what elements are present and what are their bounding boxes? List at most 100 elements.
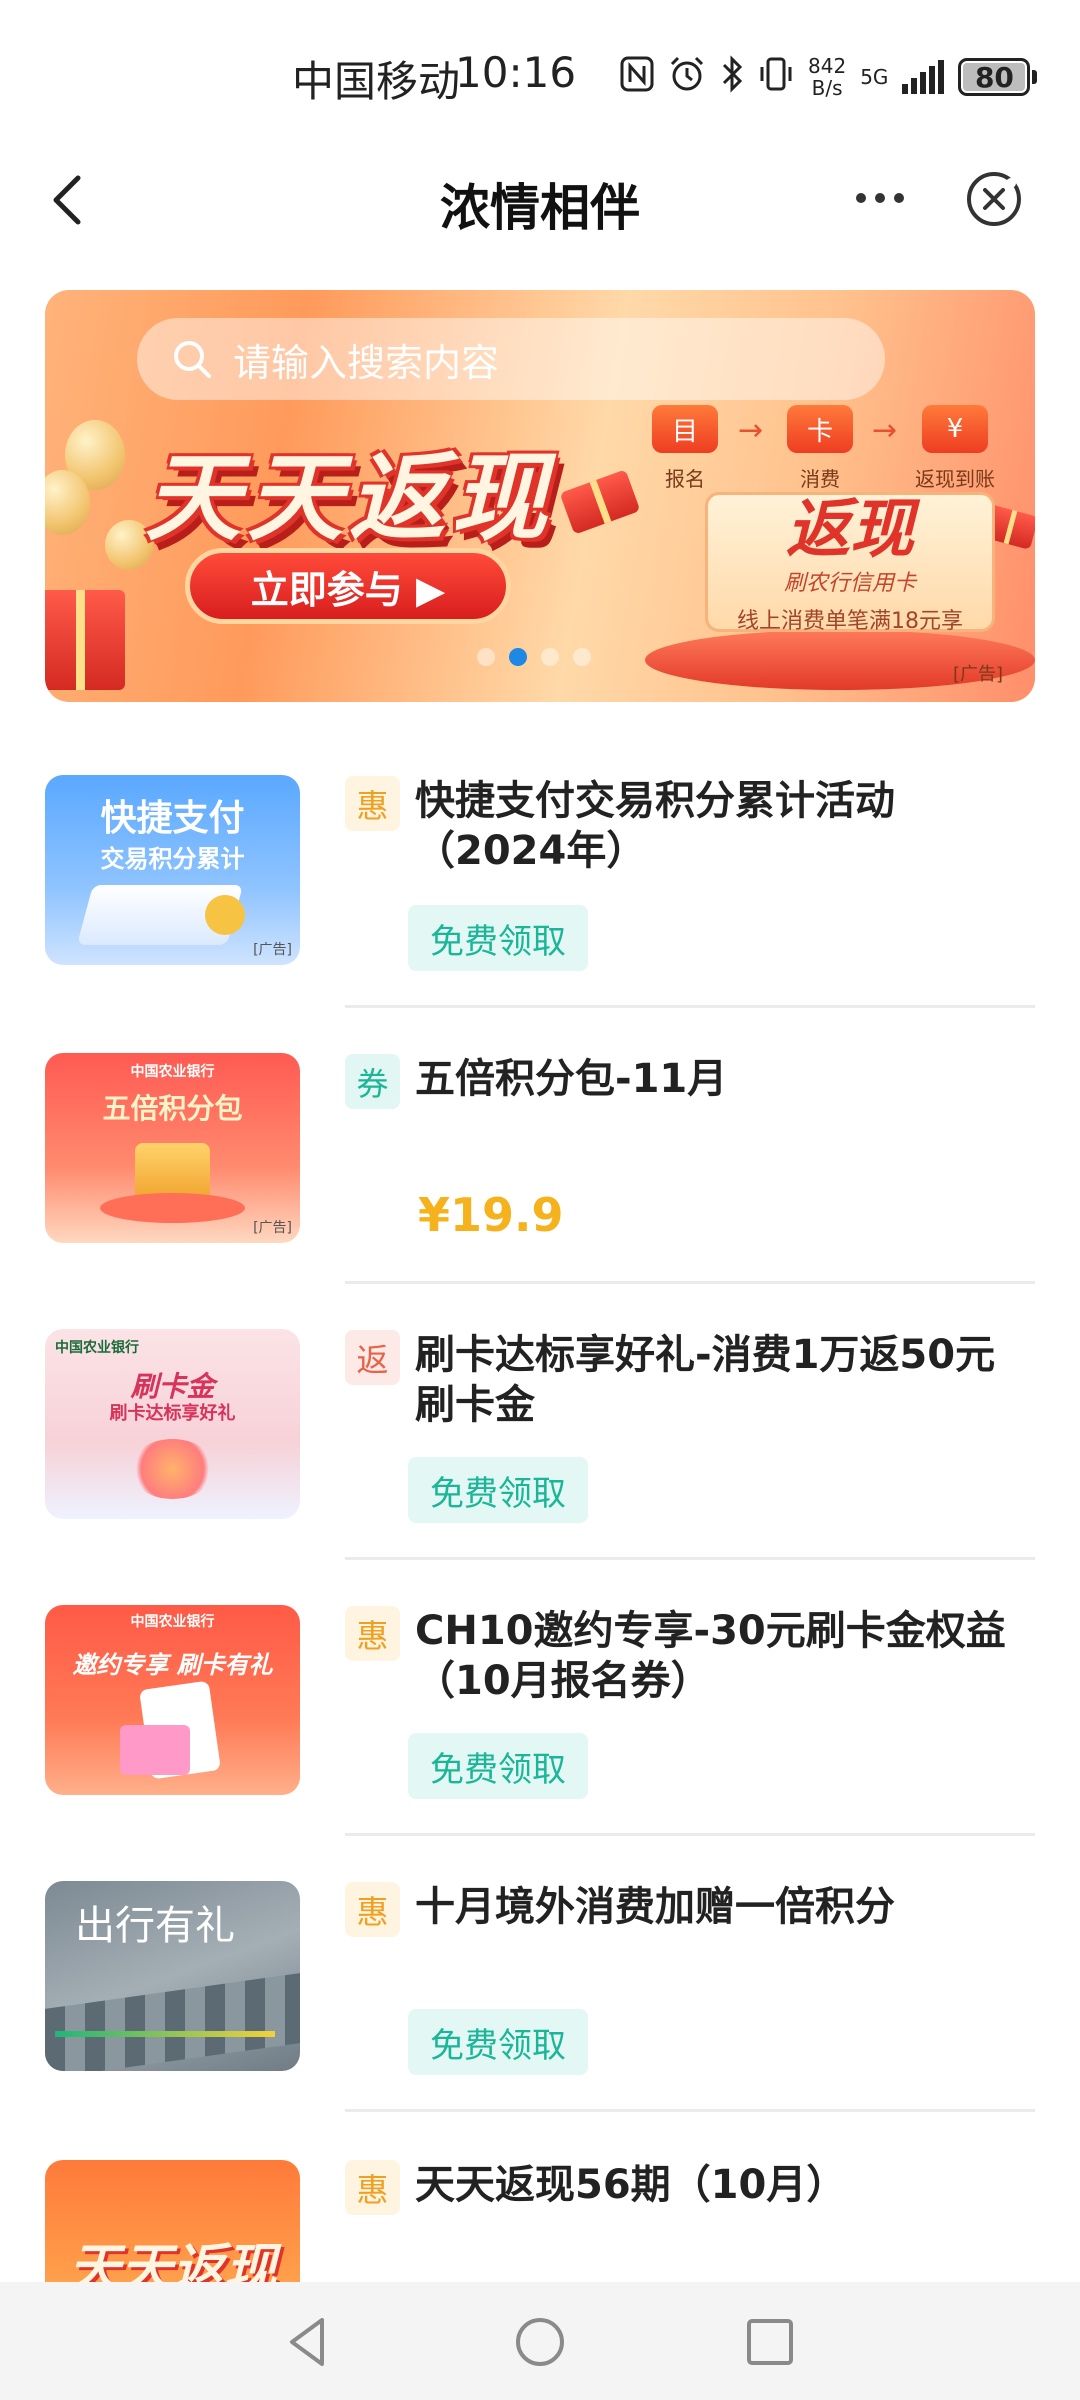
- line-decoration: [55, 2031, 275, 2037]
- list-item[interactable]: 中国农业银行 刷卡金 刷卡达标享好礼 返 刷卡达标享好礼-消费1万返50元刷卡金…: [0, 1312, 1080, 1588]
- item-thumbnail: 中国农业银行 邀约专享 刷卡有礼: [45, 1605, 300, 1795]
- thumb-title: 邀约专享 刷卡有礼: [72, 1651, 273, 1679]
- ad-label: [广告]: [952, 664, 1003, 685]
- close-miniapp-button[interactable]: [965, 170, 1023, 228]
- bank-name: 中国农业银行: [55, 1340, 139, 1356]
- signal-icon: [902, 60, 945, 94]
- arrow-right-icon: →: [872, 413, 898, 448]
- thumb-subtitle: 刷卡达标享好礼: [109, 1403, 236, 1424]
- item-thumbnail: 出行有礼: [45, 1881, 300, 2071]
- list-item[interactable]: 快捷支付 交易积分累计 [广告] 惠 快捷支付交易积分累计活动（2024年） 免…: [0, 760, 1080, 1036]
- item-price: ¥19.9: [418, 1188, 564, 1242]
- divider: [345, 1557, 1035, 1560]
- badge-cashback: 返: [345, 1330, 400, 1385]
- claim-free-button[interactable]: 免费领取: [408, 905, 588, 971]
- more-dot-icon: [856, 193, 866, 203]
- divider: [345, 2109, 1035, 2112]
- item-title: 五倍积分包-11月: [415, 1056, 728, 1102]
- carousel-dot: [541, 648, 559, 666]
- network-type: 5G: [860, 66, 888, 88]
- road-illustration: [45, 1973, 300, 2071]
- thumb-subtitle: 交易积分累计: [100, 845, 245, 873]
- thumb-title: 五倍积分包: [102, 1092, 243, 1125]
- badge-coupon: 券: [345, 1054, 400, 1109]
- nav-bar: 浓情相伴: [0, 150, 1080, 250]
- alarm-icon: [668, 55, 706, 100]
- thumb-ad-label: [广告]: [253, 1220, 292, 1236]
- search-icon: [174, 341, 211, 378]
- item-thumbnail: 中国农业银行 刷卡金 刷卡达标享好礼: [45, 1329, 300, 1519]
- badge-discount: 惠: [345, 1882, 400, 1937]
- list-item[interactable]: 中国农业银行 五倍积分包 [广告] 券 五倍积分包-11月 ¥19.9: [0, 1036, 1080, 1312]
- claim-free-button[interactable]: 免费领取: [408, 1733, 588, 1799]
- status-bar: 中国移动 10:16 842 B/s 5G 80: [0, 0, 1080, 150]
- podium-subtitle: 刷农行信用卡: [783, 571, 916, 596]
- red-envelope-decoration: [559, 469, 641, 535]
- network-type-label: 5G: [860, 65, 889, 89]
- list-item[interactable]: 天天返现 惠 天天返现56期（10月）: [0, 2140, 1080, 2282]
- gift-box-decoration: [45, 590, 125, 690]
- badge-discount: 惠: [345, 1606, 400, 1661]
- network-speed: 842 B/s: [808, 55, 846, 99]
- card-icon: 卡: [787, 405, 853, 453]
- badge-discount: 惠: [345, 2160, 400, 2215]
- close-icon: [967, 172, 1021, 226]
- thumb-title: 快捷支付: [100, 798, 245, 839]
- more-options-button[interactable]: [845, 178, 915, 218]
- join-now-button[interactable]: 立即参与 ▶: [185, 548, 511, 624]
- claim-free-button[interactable]: 免费领取: [408, 2009, 588, 2075]
- step-cashback: ¥ 返现到账: [915, 405, 995, 492]
- cashback-podium: 返现 刷农行信用卡 线上消费单笔满18元享: [645, 480, 1035, 690]
- item-thumbnail: 中国农业银行 五倍积分包 [广告]: [45, 1053, 300, 1243]
- page-title: 浓情相伴: [440, 179, 640, 237]
- bluetooth-icon: [720, 54, 744, 100]
- step-spend: 卡 消费: [785, 405, 855, 492]
- carrier-name: 中国移动: [292, 57, 461, 106]
- battery-icon: 80: [958, 58, 1038, 96]
- carousel-dot: [573, 648, 591, 666]
- circle-home-icon: [516, 2318, 564, 2366]
- item-title: 快捷支付交易积分累计活动（2024年）: [415, 778, 895, 874]
- item-thumbnail: 快捷支付 交易积分累计 [广告]: [45, 775, 300, 965]
- promo-banner[interactable]: 请输入搜索内容 天天返现 立即参与 ▶ 目 报名 → 卡 消费 → ¥ 返现到账…: [45, 290, 1035, 702]
- system-back-button[interactable]: [278, 2312, 338, 2372]
- network-speed-value: 842: [808, 54, 847, 78]
- list-item[interactable]: 出行有礼 惠 十月境外消费加赠一倍积分 免费领取: [0, 1864, 1080, 2140]
- item-title: CH10邀约专享-30元刷卡金权益（10月报名券）: [415, 1608, 1006, 1704]
- item-title: 十月境外消费加赠一倍积分: [415, 1884, 895, 1930]
- podium-illustration: [100, 1193, 245, 1223]
- thumb-title: 天天返现: [68, 2239, 277, 2282]
- podium-title: 返现: [786, 493, 914, 567]
- banner-headline: 天天返现: [145, 442, 553, 554]
- nfc-icon: [620, 56, 654, 99]
- square-recents-icon: [747, 2319, 793, 2365]
- item-title: 刷卡达标享好礼-消费1万返50元刷卡金: [415, 1332, 996, 1428]
- status-icons: 842 B/s 5G 80: [620, 52, 1038, 102]
- carousel-dot: [477, 648, 495, 666]
- item-title: 天天返现56期（10月）: [415, 2162, 847, 2208]
- podium-sign: 返现 刷农行信用卡 线上消费单笔满18元享: [705, 492, 995, 634]
- bank-name: 中国农业银行: [130, 1064, 215, 1080]
- cart-illustration: [120, 1725, 190, 1775]
- form-icon: 目: [652, 405, 718, 453]
- search-bar[interactable]: 请输入搜索内容: [137, 318, 885, 400]
- system-nav-bar: [0, 2282, 1080, 2400]
- search-placeholder: 请输入搜索内容: [233, 340, 500, 385]
- arrow-right-icon: →: [738, 413, 764, 448]
- list-item[interactable]: 中国农业银行 邀约专享 刷卡有礼 惠 CH10邀约专享-30元刷卡金权益（10月…: [0, 1588, 1080, 1864]
- badge-discount: 惠: [345, 776, 400, 831]
- carousel-dot-active: [509, 648, 527, 666]
- divider: [345, 1005, 1035, 1008]
- more-dot-icon: [894, 193, 904, 203]
- system-home-button[interactable]: [510, 2312, 570, 2372]
- network-speed-unit: B/s: [811, 76, 843, 100]
- clock: 10:16: [455, 48, 577, 97]
- system-recents-button[interactable]: [740, 2312, 800, 2372]
- divider: [345, 1281, 1035, 1284]
- thumb-title: 出行有礼: [75, 1903, 235, 1949]
- podium-note: 线上消费单笔满18元享: [737, 609, 963, 634]
- step-signup: 目 报名: [650, 405, 720, 492]
- coins-illustration: [130, 1439, 215, 1499]
- vibrate-icon: [758, 55, 794, 100]
- claim-free-button[interactable]: 免费领取: [408, 1457, 588, 1523]
